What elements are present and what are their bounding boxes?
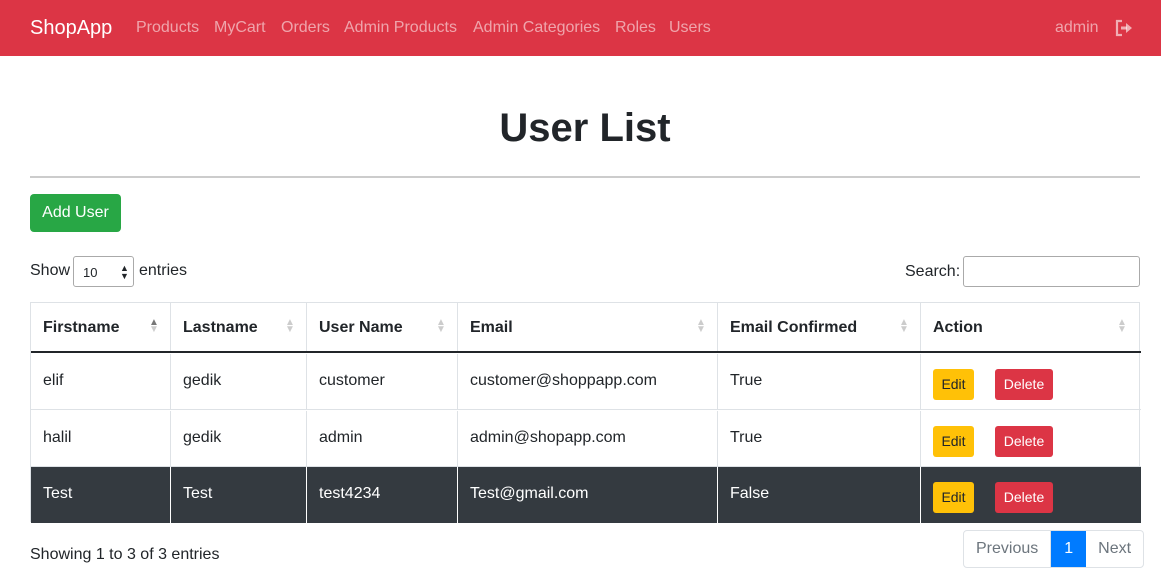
show-label: Show	[30, 262, 71, 279]
cell-firstname: halil	[31, 411, 171, 466]
cell-text: customer	[319, 372, 385, 389]
column-header-lastname[interactable]: Lastname ▲ ▼	[171, 303, 307, 351]
nav-link-products[interactable]: Products	[136, 19, 199, 37]
cell-text: halil	[43, 429, 72, 446]
column-header-label: Action	[933, 319, 983, 336]
page-length-value: 10	[83, 265, 98, 280]
delete-button[interactable]: Delete	[995, 369, 1053, 400]
page-length-select[interactable]: 10 ▲ ▼	[73, 256, 134, 287]
cell-lastname: gedik	[171, 354, 307, 409]
add-user-button[interactable]: Add User	[30, 194, 121, 232]
cell-email-confirmed: True	[718, 354, 921, 409]
user-table: Firstname ▲ ▼ Lastname ▲ ▼ User Name ▲ ▼ Em…	[30, 302, 1141, 523]
column-header-label: Firstname	[43, 319, 120, 336]
table-row-selected: Test Test test4234 Test@gmail.com False …	[31, 467, 1141, 523]
page-title: User List	[499, 106, 671, 150]
cell-text: gedik	[183, 429, 222, 446]
search-label: Search:	[905, 263, 961, 280]
column-header-label: User Name	[319, 319, 403, 336]
page-1-button[interactable]: 1	[1051, 531, 1087, 567]
cell-text: elif	[43, 372, 64, 389]
cell-text: Test@gmail.com	[470, 485, 589, 502]
nav-link-users[interactable]: Users	[669, 19, 711, 37]
column-header-label: Email Confirmed	[730, 319, 858, 336]
table-info: Showing 1 to 3 of 3 entries	[30, 546, 220, 563]
column-header-label: Lastname	[183, 319, 258, 336]
cell-email-confirmed: False	[718, 467, 921, 523]
entries-label: entries	[139, 262, 188, 279]
cell-text: admin	[319, 429, 363, 446]
cell-action: Edit Delete	[921, 354, 1139, 409]
cell-text: admin@shopapp.com	[470, 429, 626, 446]
cell-text: customer@shoppapp.com	[470, 372, 657, 389]
nav-link-mycart[interactable]: MyCart	[214, 19, 266, 37]
delete-button[interactable]: Delete	[995, 482, 1053, 513]
sort-icon: ▲ ▼	[285, 317, 295, 335]
column-header-firstname[interactable]: Firstname ▲ ▼	[31, 303, 171, 351]
cell-text: test4234	[319, 485, 381, 502]
edit-button[interactable]: Edit	[933, 369, 974, 400]
sort-ascending-icon: ▲ ▼	[149, 317, 159, 335]
cell-username: test4234	[307, 467, 458, 523]
nav-link-admin-products[interactable]: Admin Products	[344, 19, 457, 37]
column-header-label: Email	[470, 319, 513, 336]
nav-link-orders[interactable]: Orders	[281, 19, 330, 37]
cell-text: True	[730, 429, 763, 446]
nav-link-admin-categories[interactable]: Admin Categories	[473, 19, 600, 37]
sort-icon: ▲ ▼	[436, 317, 446, 335]
column-header-email[interactable]: Email ▲ ▼	[458, 303, 718, 351]
navbar: ShopApp Products MyCart Orders Admin Pro…	[0, 0, 1161, 56]
cell-username: customer	[307, 354, 458, 409]
brand-link[interactable]: ShopApp	[30, 17, 112, 40]
nav-link-roles[interactable]: Roles	[615, 19, 656, 37]
edit-button[interactable]: Edit	[933, 426, 974, 457]
nav-user-name[interactable]: admin	[1055, 19, 1099, 37]
pagination: Previous 1 Next	[963, 530, 1145, 568]
column-header-action[interactable]: Action ▲ ▼	[921, 303, 1139, 351]
sign-out-icon[interactable]	[1115, 19, 1133, 37]
cell-text: gedik	[183, 372, 222, 389]
table-row: elif gedik customer customer@shoppapp.co…	[31, 354, 1141, 410]
column-header-username[interactable]: User Name ▲ ▼	[307, 303, 458, 351]
sort-icon: ▲ ▼	[696, 317, 706, 335]
cell-text: False	[730, 485, 770, 502]
cell-email: Test@gmail.com	[458, 467, 718, 523]
cell-email-confirmed: True	[718, 411, 921, 466]
cell-email: admin@shopapp.com	[458, 411, 718, 466]
cell-text: Test	[43, 485, 73, 502]
cell-email: customer@shoppapp.com	[458, 354, 718, 409]
sort-icon: ▲ ▼	[1117, 317, 1127, 335]
divider	[30, 176, 1140, 178]
column-header-email-confirmed[interactable]: Email Confirmed ▲ ▼	[718, 303, 921, 351]
previous-page-button[interactable]: Previous	[964, 531, 1052, 567]
next-page-button[interactable]: Next	[1086, 531, 1143, 567]
sort-icon: ▲ ▼	[899, 317, 909, 335]
table-row: halil gedik admin admin@shopapp.com True…	[31, 411, 1141, 467]
cell-text: Test	[183, 485, 213, 502]
cell-text: True	[730, 372, 763, 389]
edit-button[interactable]: Edit	[933, 482, 974, 513]
delete-button[interactable]: Delete	[995, 426, 1053, 457]
cell-firstname: elif	[31, 354, 171, 409]
select-arrows-icon: ▲ ▼	[120, 263, 129, 281]
cell-lastname: Test	[171, 467, 307, 523]
cell-username: admin	[307, 411, 458, 466]
cell-lastname: gedik	[171, 411, 307, 466]
cell-action: Edit Delete	[921, 467, 1139, 523]
cell-firstname: Test	[31, 467, 171, 523]
cell-action: Edit Delete	[921, 411, 1139, 466]
table-header-row: Firstname ▲ ▼ Lastname ▲ ▼ User Name ▲ ▼ Em…	[31, 303, 1141, 353]
search-input[interactable]	[963, 256, 1140, 287]
